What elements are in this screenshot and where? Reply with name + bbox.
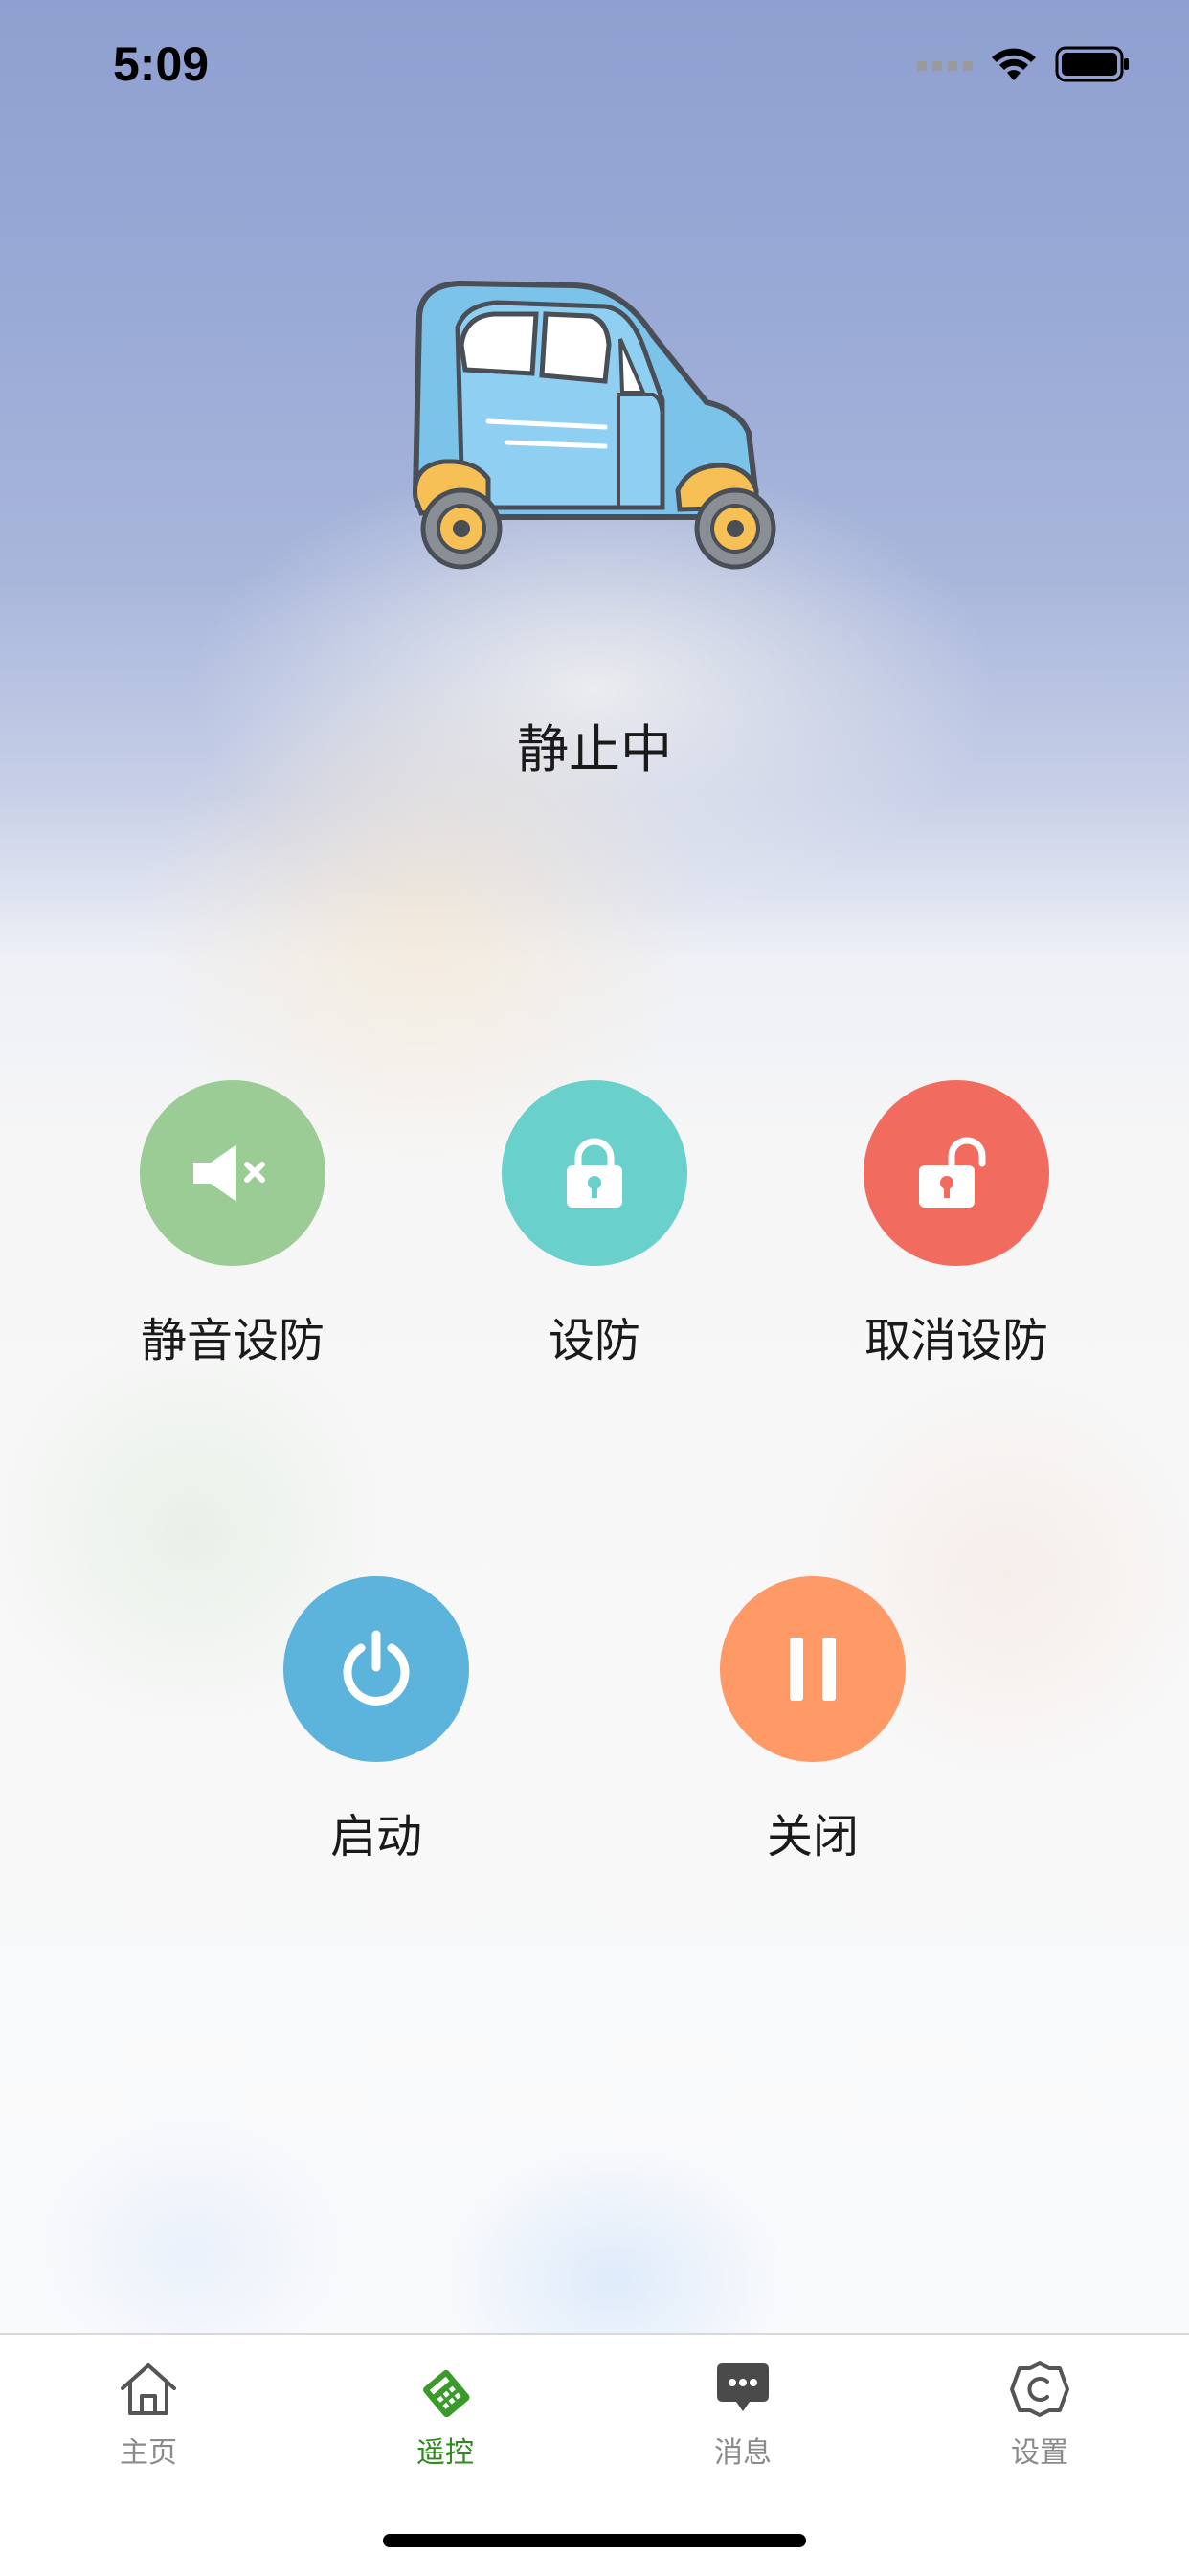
tab-home-label: 主页 [120,2436,177,2470]
tab-messages-label: 消息 [714,2436,772,2470]
speaker-mute-icon [193,1145,265,1201]
lock-icon [567,1138,622,1208]
power-icon [343,1630,410,1706]
start-button[interactable] [283,1576,469,1762]
stop-action[interactable]: 关闭 [688,1576,937,1865]
arm-label: 设防 [548,1314,640,1367]
remote-icon [423,2369,470,2418]
vehicle-state-label: 静止中 [517,719,672,780]
start-label: 启动 [329,1810,422,1864]
tab-home[interactable]: 主页 [53,2360,244,2471]
home-indicator[interactable] [383,2534,806,2547]
stop-label: 关闭 [766,1810,859,1864]
pause-icon [790,1638,836,1701]
disarm-action[interactable]: 取消设防 [832,1080,1081,1369]
wifi-icon [992,48,1036,80]
silent-arm-button[interactable] [140,1080,325,1266]
tab-messages[interactable]: 消息 [647,2360,839,2471]
settings-icon [1010,2361,1069,2417]
arm-button[interactable] [502,1080,687,1266]
tab-remote[interactable]: 遥控 [349,2360,541,2471]
message-icon [717,2363,769,2411]
tab-remote-label: 遥控 [416,2436,474,2470]
battery-icon [1055,46,1129,82]
tab-settings-label: 设置 [1011,2436,1068,2470]
silent-arm-label: 静音设防 [140,1314,325,1367]
start-action[interactable]: 启动 [252,1576,501,1865]
arm-action[interactable]: 设防 [470,1080,719,1369]
home-icon [121,2363,176,2415]
stop-button[interactable] [720,1576,906,1762]
status-icons [917,46,1130,82]
electric-car-image [413,281,776,570]
signal-icon [917,61,973,71]
disarm-label: 取消设防 [864,1314,1048,1367]
unlock-icon [919,1137,986,1208]
status-time: 5:09 [113,37,210,91]
silent-arm-action[interactable]: 静音设防 [108,1080,357,1369]
disarm-button[interactable] [864,1080,1049,1266]
tab-settings[interactable]: 设置 [944,2360,1135,2471]
